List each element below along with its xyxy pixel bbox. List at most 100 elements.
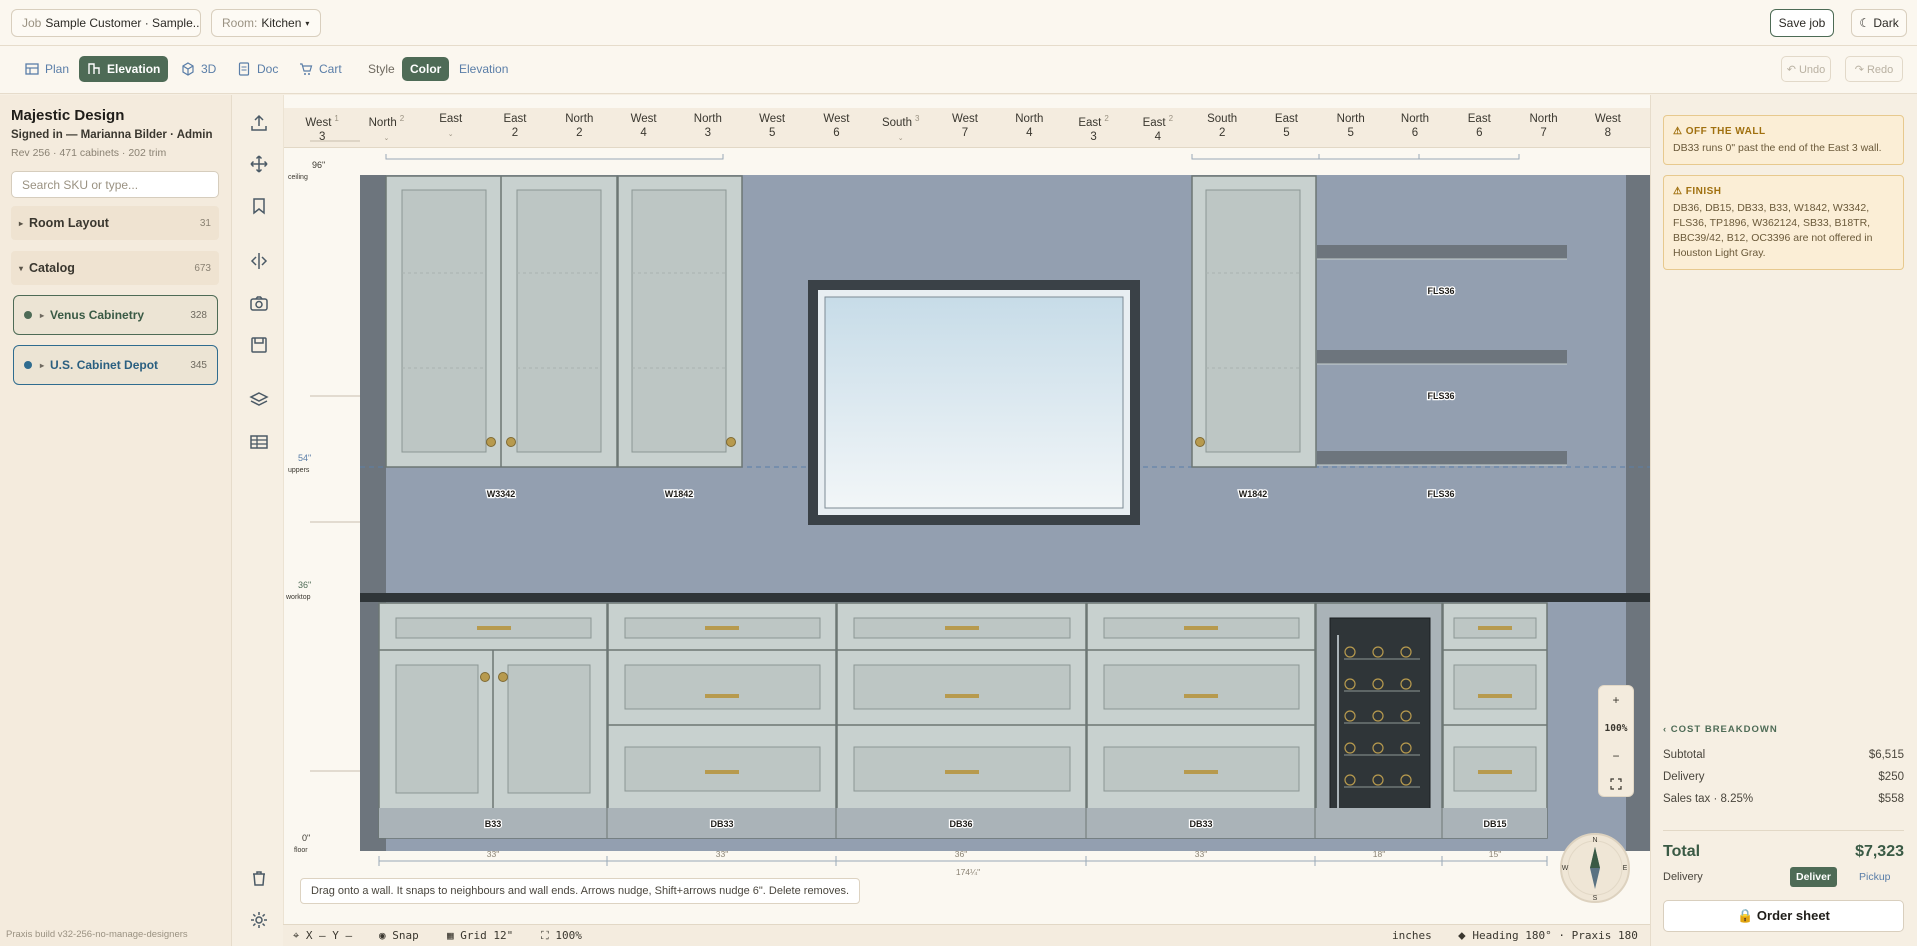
search-input[interactable] [11,171,219,198]
base-cabinet-db33[interactable] [1086,602,1316,839]
height-mark-54-label: uppers [288,467,310,474]
save-job-button[interactable]: Save job [1770,9,1834,37]
height-mark-96-label: ceiling [288,174,308,181]
cabinet-label: FLS36 [1427,391,1454,401]
cost-label: Sales tax · 8.25% [1663,793,1754,805]
vendor-venus-cabinetry[interactable]: ▸ Venus Cabinetry 328 [13,295,218,335]
section-count: 31 [199,217,211,229]
job-selector[interactable]: Job Sample Customer · Sample... [11,9,201,37]
cost-row-subtotal: Subtotal $6,515 [1663,749,1904,761]
snap-toggle[interactable]: ◉ Snap [379,929,419,942]
base-cabinet-db15[interactable] [1442,602,1548,839]
gear-icon[interactable] [249,910,269,930]
zoom-out-button[interactable]: − [1599,742,1633,770]
signed-in-user: Signed in — Marianna Bilder · Admin [11,129,213,141]
caret-down-icon: ▾ [19,263,24,273]
cost-label: Delivery [1663,771,1705,783]
save-icon[interactable] [249,335,269,355]
tab-elevation[interactable]: Elevation [79,56,169,82]
layers-icon[interactable] [249,390,269,410]
cart-icon [300,63,313,75]
vendor-count: 345 [190,359,207,371]
cost-row-tax: Sales tax · 8.25% $558 [1663,793,1904,805]
section-label: Catalog [29,261,75,275]
cabinet-label: W3342 [487,489,516,499]
upload-icon[interactable] [249,113,269,133]
move-icon[interactable] [249,154,269,174]
tab-plan[interactable]: Plan [17,56,77,82]
wine-cooler[interactable] [1315,602,1443,839]
room-prefix: Room: [222,16,258,30]
zoom-status: ⛶ 100% [541,929,582,942]
width-dim: 33" [716,849,728,859]
mirror-icon[interactable] [249,251,269,271]
caret-right-icon: ▸ [40,360,45,370]
alert-off-the-wall: ⚠ OFF THE WALL DB33 runs 0" past the end… [1663,115,1904,165]
window[interactable] [808,280,1140,525]
vendor-us-cabinet-depot[interactable]: ▸ U.S. Cabinet Depot 345 [13,345,218,385]
order-sheet-button[interactable]: 🔒 Order sheet [1663,900,1904,932]
table-icon[interactable] [249,432,269,452]
section-label: Room Layout [29,216,109,230]
undo-button[interactable]: ↶ Undo [1781,56,1831,82]
elevation-icon [88,63,100,74]
compass-n: N [1592,837,1597,844]
countertop[interactable] [360,593,1651,602]
width-dim: 33" [1195,849,1207,859]
total-value: $7,323 [1855,843,1904,860]
vendor-color-dot [24,311,32,319]
units-selector[interactable]: inches [1392,929,1432,942]
tab-doc-label: Doc [257,62,279,76]
delivery-label: Delivery [1663,871,1703,883]
grid-toggle[interactable]: ▦ Grid 12" [447,929,513,942]
top-dimensions [385,154,1520,160]
fit-screen-icon[interactable] [1599,770,1633,798]
dark-mode-button[interactable]: ☾ Dark [1851,9,1907,37]
style-label[interactable]: Style [368,56,395,82]
elevation-mode-button[interactable]: Elevation [459,56,508,82]
room-layout-section[interactable]: ▸ Room Layout 31 [11,206,219,240]
pickup-option[interactable]: Pickup [1853,867,1897,887]
base-cabinet-b33[interactable] [378,602,608,839]
canvas-hint: Drag onto a wall. It snaps to neighbours… [300,878,861,904]
tab-3d[interactable]: 3D [173,56,224,82]
zoom-level: 100% [1604,722,1628,734]
base-cabinet-db36[interactable] [836,602,1087,839]
base-cabinet-db33[interactable] [607,602,837,839]
cabinet-label: DB33 [1189,819,1212,829]
catalog-section[interactable]: ▾ Catalog 673 [11,251,219,285]
cost-label: Subtotal [1663,749,1706,761]
cost-value: $558 [1878,793,1904,805]
job-name: Sample Customer · Sample... [45,16,201,30]
bookmark-icon[interactable] [249,196,269,216]
color-mode-button[interactable]: Color [402,57,450,81]
width-dim: 36" [955,849,967,859]
compass[interactable]: N S E W [1557,830,1633,906]
camera-icon[interactable] [249,293,269,313]
elevation-drawing[interactable]: 96" ceiling 54" uppers 36" worktop 0" fl… [284,95,1651,875]
elevation-canvas[interactable]: West 1 3 North 2 ⌄ East ⌄ East 2 North 2 West 4 North 3… [283,95,1651,924]
cabinet-label: DB33 [710,819,733,829]
left-sidebar: Majestic Design Signed in — Marianna Bil… [0,95,232,946]
room-selector[interactable]: Room: Kitchen ▾ [211,9,321,37]
trash-icon[interactable] [249,868,269,888]
upper-cabinet-w1842[interactable] [1191,175,1317,468]
cost-breakdown-toggle[interactable]: ‹ COST BREAKDOWN [1663,724,1778,735]
total-width-dim: 174¼" [956,867,980,875]
tab-doc[interactable]: Doc [229,56,286,82]
compass-w: W [1562,865,1569,872]
deliver-option[interactable]: Deliver [1790,867,1838,887]
caret-right-icon: ▸ [19,218,24,228]
cabinet-label: FLS36 [1427,286,1454,296]
cube-icon [182,62,194,76]
tab-cart[interactable]: Cart [291,56,350,82]
upper-cabinet-w3342[interactable] [385,175,618,468]
right-panel: ⚠ OFF THE WALL DB33 runs 0" past the end… [1650,95,1917,946]
width-dim: 33" [487,849,499,859]
revision-info: Rev 256 · 471 cabinets · 202 trim [11,147,167,159]
redo-button[interactable]: ↷ Redo [1845,56,1903,82]
alert-body: DB33 runs 0" past the end of the East 3 … [1673,142,1882,154]
zoom-in-button[interactable]: + [1599,686,1633,714]
upper-cabinet-w1842[interactable] [617,175,743,468]
nav-bar: Plan Elevation 3D Doc Cart Style Color E… [0,46,1917,94]
